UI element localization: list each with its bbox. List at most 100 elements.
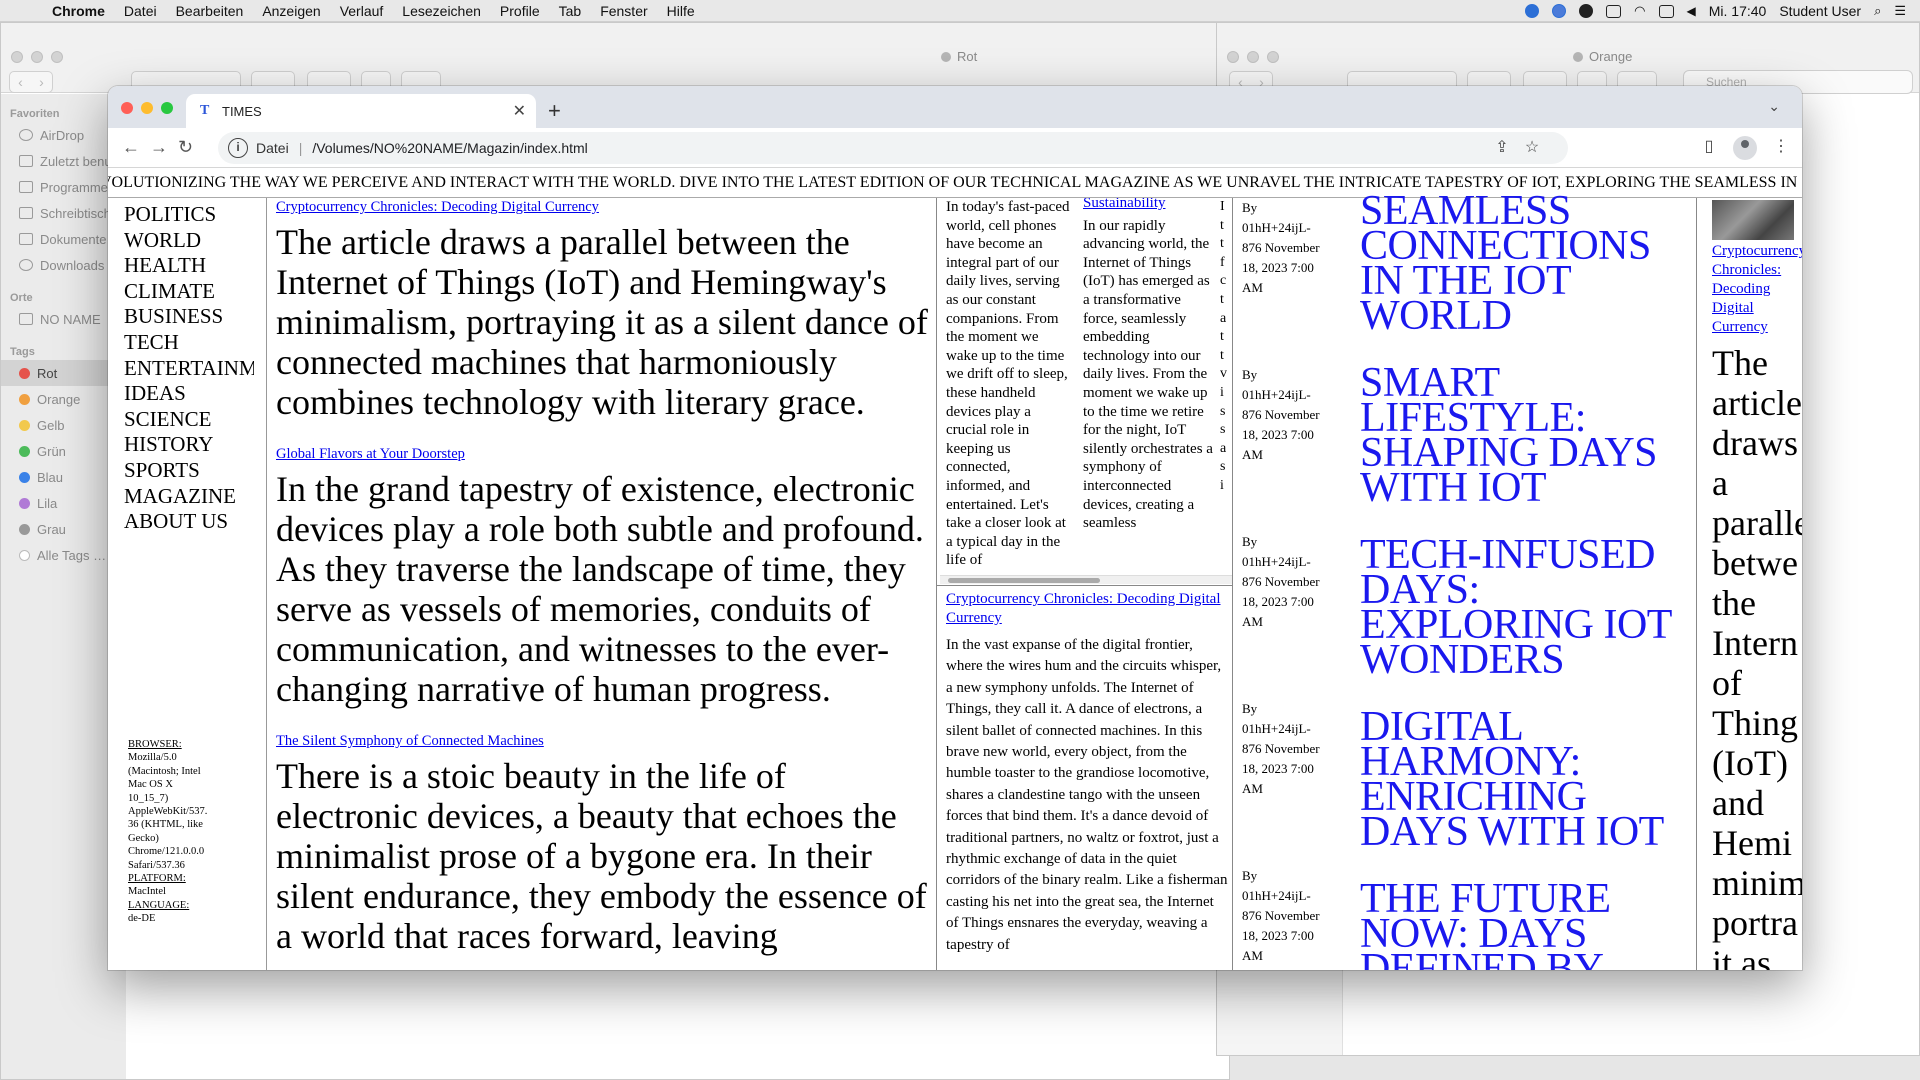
zoom-icon[interactable] bbox=[1267, 51, 1279, 63]
menu-hilfe[interactable]: Hilfe bbox=[667, 3, 695, 19]
article-link[interactable]: Cryptocurrency Chronicles: Decoding Digi… bbox=[276, 199, 936, 216]
menu-anzeigen[interactable]: Anzeigen bbox=[262, 3, 320, 19]
browser-value: Mozilla/5.0 (Macintosh; Intel Mac OS X 1… bbox=[128, 752, 208, 871]
status-app-icon[interactable] bbox=[1525, 4, 1540, 18]
nav-climate[interactable]: CLIMATE bbox=[124, 279, 254, 305]
finder-title-text: Rot bbox=[957, 49, 978, 64]
nav-magazine[interactable]: MAGAZINE bbox=[124, 484, 254, 510]
menu-bearbeiten[interactable]: Bearbeiten bbox=[176, 3, 244, 19]
article-thumbnail[interactable] bbox=[1712, 200, 1794, 240]
finder-back-forward[interactable]: ‹ › bbox=[9, 71, 53, 93]
right-article-link[interactable]: Cryptocurrency Chronicles: Decoding Digi… bbox=[1712, 242, 1802, 337]
menu-profile[interactable]: Profile bbox=[500, 3, 540, 19]
clock[interactable]: Mi. 17:40 bbox=[1709, 3, 1767, 19]
minimize-icon[interactable] bbox=[1247, 51, 1259, 63]
favicon-icon: T bbox=[200, 103, 210, 118]
profile-avatar-icon[interactable] bbox=[1733, 136, 1757, 160]
nav-sports[interactable]: SPORTS bbox=[124, 458, 254, 484]
airplay-icon[interactable] bbox=[1658, 4, 1674, 18]
sidebar-item-label: Gelb bbox=[37, 417, 65, 433]
spotlight-icon[interactable]: ⌕ bbox=[1874, 3, 1881, 19]
url-separator: | bbox=[298, 140, 303, 156]
headline[interactable]: TECH-INFUSED DAYS: EXPLORING IOT WONDERS bbox=[1360, 534, 1680, 681]
nav-ideas[interactable]: IDEAS bbox=[124, 381, 254, 407]
right-article-word: The bbox=[1712, 343, 1768, 383]
nav-about-us[interactable]: ABOUT US bbox=[124, 509, 254, 535]
headline[interactable]: THE FUTURE NOW: DAYS DEFINED BY IOT bbox=[1360, 878, 1680, 970]
forward-icon[interactable]: › bbox=[39, 74, 44, 90]
close-icon[interactable] bbox=[1227, 51, 1239, 63]
close-icon[interactable] bbox=[11, 51, 23, 63]
sidebar-item-label: NO NAME bbox=[40, 311, 101, 327]
nav-entertainment[interactable]: ENTERTAINMENT bbox=[124, 356, 254, 382]
menu-app-name[interactable]: Chrome bbox=[52, 3, 105, 19]
back-icon[interactable]: ‹ bbox=[18, 74, 23, 90]
tag-green-icon bbox=[19, 445, 30, 457]
menu-lesezeichen[interactable]: Lesezeichen bbox=[402, 3, 481, 19]
scrollbar-thumb[interactable] bbox=[948, 578, 1100, 583]
headline[interactable]: SEAMLESS CONNECTIONS IN THE IOT WORLD bbox=[1360, 190, 1680, 337]
right-article-word: draws bbox=[1712, 423, 1798, 463]
tag-purple-icon bbox=[19, 497, 30, 509]
right-article-word: betwe bbox=[1712, 543, 1798, 583]
new-tab-icon[interactable]: + bbox=[548, 98, 561, 124]
side-panel-icon[interactable]: ▯ bbox=[1700, 138, 1718, 156]
tab-close-icon[interactable]: ✕ bbox=[513, 101, 526, 121]
nav-science[interactable]: SCIENCE bbox=[124, 407, 254, 433]
menu-tab[interactable]: Tab bbox=[559, 3, 582, 19]
bookmark-star-icon[interactable]: ☆ bbox=[1523, 139, 1541, 157]
address-bar[interactable]: i Datei | /Volumes/NO%20NAME/Magazin/ind… bbox=[218, 132, 1568, 164]
nav-politics[interactable]: POLITICS bbox=[124, 202, 254, 228]
window-controls bbox=[121, 102, 173, 114]
printer-icon[interactable] bbox=[1606, 4, 1622, 18]
tab-times[interactable]: T TIMES ✕ bbox=[186, 94, 536, 128]
zoom-icon[interactable] bbox=[51, 51, 63, 63]
headline[interactable]: DIGITAL HARMONY: ENRICHING DAYS WITH IOT bbox=[1360, 706, 1680, 853]
close-icon[interactable] bbox=[121, 102, 133, 114]
user-name[interactable]: Student User bbox=[1779, 3, 1861, 19]
right-article-word: (IoT) bbox=[1712, 743, 1788, 783]
document-icon bbox=[19, 233, 33, 245]
control-center-icon[interactable]: ☰ bbox=[1894, 3, 1906, 19]
byline: By 01hH+24ijL-876 November 18, 2023 7:00… bbox=[1242, 868, 1320, 963]
nav-world[interactable]: WORLD bbox=[124, 228, 254, 254]
minimize-icon[interactable] bbox=[31, 51, 43, 63]
zoom-icon[interactable] bbox=[161, 102, 173, 114]
volume-icon[interactable]: ◀ bbox=[1687, 4, 1696, 18]
status-cc-icon[interactable] bbox=[1579, 4, 1594, 18]
reload-icon[interactable]: ↻ bbox=[178, 137, 193, 158]
article-link[interactable]: Global Flavors at Your Doorstep bbox=[276, 446, 936, 463]
tag-red-icon bbox=[19, 367, 30, 379]
url-text[interactable]: /Volumes/NO%20NAME/Magazin/index.html bbox=[312, 140, 587, 156]
nav-business[interactable]: BUSINESS bbox=[124, 304, 254, 330]
sidebar-item-label: Blau bbox=[37, 469, 64, 485]
crypto-article-link[interactable]: Cryptocurrency Chronicles: Decoding Digi… bbox=[946, 590, 1230, 628]
wifi-icon[interactable]: ◠ bbox=[1634, 3, 1645, 19]
browser-label: BROWSER: bbox=[128, 739, 182, 750]
more-menu-icon[interactable]: ⋮ bbox=[1772, 138, 1790, 156]
article-text: The article draws a parallel between the… bbox=[276, 222, 928, 422]
article-link[interactable]: The Silent Symphony of Connected Machine… bbox=[276, 733, 936, 750]
forward-arrow-icon[interactable]: → bbox=[150, 137, 168, 158]
tab-strip: T TIMES ✕ + ⌄ bbox=[108, 86, 1802, 128]
minimize-icon[interactable] bbox=[141, 102, 153, 114]
status-app2-icon[interactable] bbox=[1552, 4, 1567, 18]
nav-history[interactable]: HISTORY bbox=[124, 432, 254, 458]
sustainability-link[interactable]: Sustainability bbox=[1083, 198, 1213, 213]
right-article-word: it as bbox=[1712, 943, 1771, 970]
menu-fenster[interactable]: Fenster bbox=[600, 3, 647, 19]
right-article-word: Hemi bbox=[1712, 823, 1792, 863]
share-icon[interactable]: ⇪ bbox=[1493, 139, 1511, 157]
menu-datei[interactable]: Datei bbox=[124, 3, 157, 19]
sidebar-item-label: AirDrop bbox=[40, 127, 85, 143]
tab-search-chevron-icon[interactable]: ⌄ bbox=[1768, 98, 1780, 115]
menu-verlauf[interactable]: Verlauf bbox=[340, 3, 384, 19]
right-article: Cryptocurrency Chronicles: Decoding Digi… bbox=[1712, 242, 1802, 970]
horizontal-scrollbar[interactable] bbox=[940, 575, 1232, 584]
headline[interactable]: SMART LIFESTYLE: SHAPING DAYS WITH IOT bbox=[1360, 362, 1680, 509]
nav-tech[interactable]: TECH bbox=[124, 330, 254, 356]
sidebar-item-label: Lila bbox=[37, 495, 58, 511]
info-icon[interactable]: i bbox=[228, 138, 248, 158]
back-arrow-icon[interactable]: ← bbox=[122, 137, 140, 158]
nav-health[interactable]: HEALTH bbox=[124, 253, 254, 279]
